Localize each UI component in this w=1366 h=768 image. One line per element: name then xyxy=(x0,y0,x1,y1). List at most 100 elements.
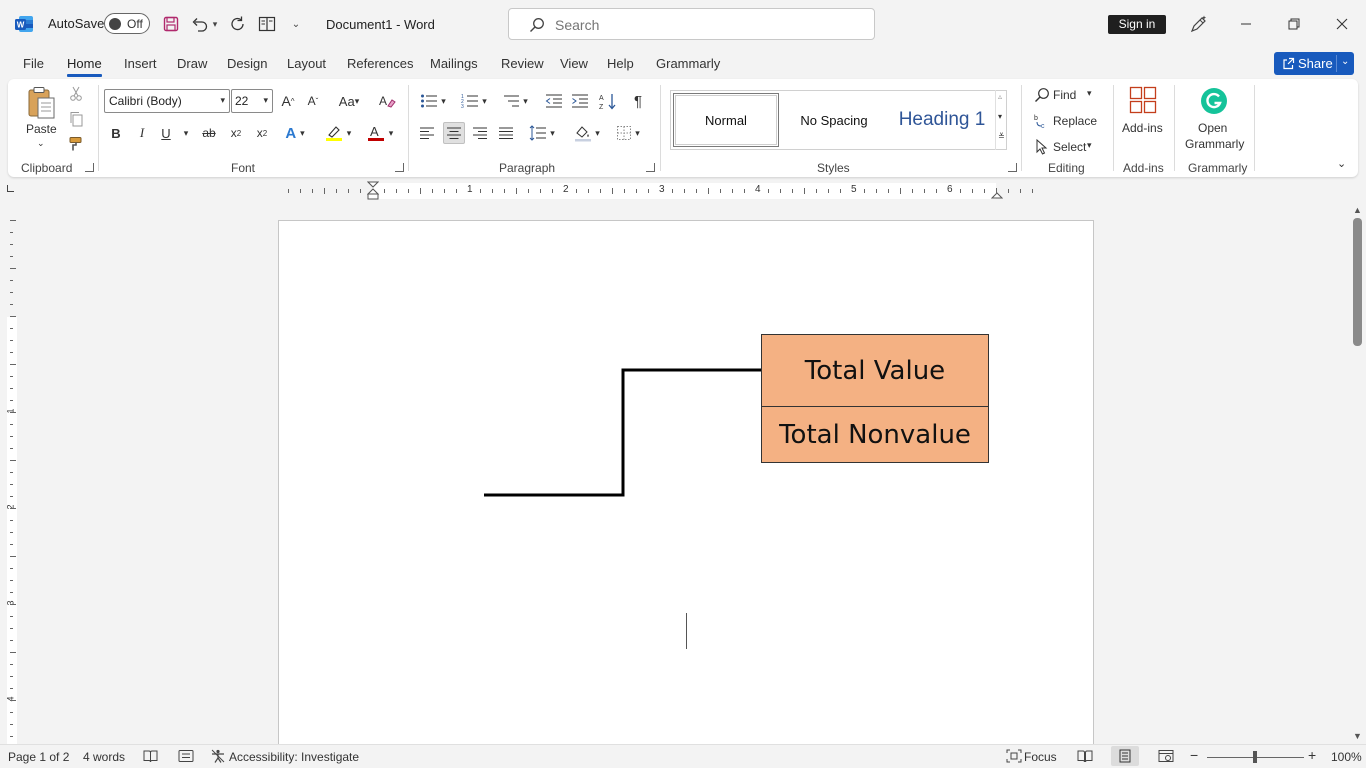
tab-grammarly[interactable]: Grammarly xyxy=(656,56,720,71)
search-input[interactable] xyxy=(555,15,855,35)
tab-design[interactable]: Design xyxy=(227,56,267,71)
indent-marker-icon[interactable] xyxy=(366,181,380,204)
paste-icon[interactable] xyxy=(24,85,58,121)
tab-selector-icon[interactable] xyxy=(7,185,14,192)
document-canvas[interactable]: Total Value Total Nonvalue xyxy=(24,202,1350,744)
read-mode-icon[interactable] xyxy=(1077,749,1093,766)
grammarly-icon[interactable] xyxy=(1199,86,1229,116)
replace-icon[interactable]: bc xyxy=(1033,112,1051,130)
share-button[interactable]: Share ⌄ xyxy=(1274,52,1354,75)
tab-insert[interactable]: Insert xyxy=(124,56,157,71)
cut-icon[interactable] xyxy=(66,84,86,104)
sign-in-button[interactable]: Sign in xyxy=(1108,15,1166,34)
text-effects-icon[interactable]: A ▾ xyxy=(280,123,310,143)
tab-help[interactable]: Help xyxy=(607,56,634,71)
total-value-box[interactable]: Total Value xyxy=(761,334,989,407)
zoom-out-icon[interactable]: − xyxy=(1190,747,1198,763)
tab-home[interactable]: Home xyxy=(67,56,102,77)
grow-font-icon[interactable]: A ^ xyxy=(278,91,298,111)
autosave-toggle[interactable]: Off xyxy=(104,13,150,34)
tab-references[interactable]: References xyxy=(347,56,413,71)
subscript-icon[interactable]: x2 xyxy=(227,123,245,143)
justify-icon[interactable] xyxy=(496,123,516,143)
add-ins-icon[interactable] xyxy=(1128,85,1158,115)
italic-icon[interactable]: I xyxy=(134,123,150,143)
customize-toolbar-icon[interactable]: ⌄ xyxy=(285,13,307,35)
styles-launcher-icon[interactable] xyxy=(1008,163,1017,172)
share-dropdown-icon[interactable]: ⌄ xyxy=(1341,56,1349,67)
multilevel-list-icon[interactable]: ▾ xyxy=(499,91,531,111)
scroll-down-icon[interactable]: ▼ xyxy=(1353,731,1362,741)
style-heading-1[interactable]: Heading 1 xyxy=(889,93,995,147)
clear-formatting-icon[interactable]: A xyxy=(377,91,397,111)
increase-indent-icon[interactable] xyxy=(570,91,590,111)
font-launcher-icon[interactable] xyxy=(395,163,404,172)
document-page[interactable]: Total Value Total Nonvalue xyxy=(278,220,1094,744)
accessibility-status[interactable]: Accessibility: Investigate xyxy=(229,750,359,764)
tab-view[interactable]: View xyxy=(560,56,588,71)
proofing-book-icon[interactable] xyxy=(143,749,158,766)
find-icon[interactable] xyxy=(1033,86,1051,104)
zoom-in-icon[interactable]: + xyxy=(1308,747,1316,763)
select-label[interactable]: Select xyxy=(1053,140,1086,154)
line-spacing-icon[interactable]: ▾ xyxy=(525,123,559,143)
font-color-icon[interactable]: A ▾ xyxy=(364,123,396,143)
collapse-ribbon-icon[interactable]: ⌄ xyxy=(1337,157,1346,170)
tab-layout[interactable]: Layout xyxy=(287,56,326,71)
replace-label[interactable]: Replace xyxy=(1053,114,1097,128)
minimize-icon[interactable] xyxy=(1234,12,1258,36)
strikethrough-icon[interactable]: ab xyxy=(200,123,218,143)
find-label[interactable]: Find xyxy=(1053,88,1076,102)
tab-draw[interactable]: Draw xyxy=(177,56,207,71)
zoom-level[interactable]: 100% xyxy=(1331,750,1362,764)
select-dropdown-icon[interactable]: ▾ xyxy=(1087,140,1092,151)
grammarly-button-line2[interactable]: Grammarly xyxy=(1185,137,1244,151)
style-normal[interactable]: Normal xyxy=(673,93,779,147)
zoom-slider-thumb[interactable] xyxy=(1253,751,1257,763)
find-dropdown-icon[interactable]: ▾ xyxy=(1087,88,1092,99)
format-painter-icon[interactable] xyxy=(66,134,86,154)
font-size-select[interactable]: 22 ▾ xyxy=(231,89,273,113)
underline-dropdown-icon[interactable]: ▾ xyxy=(180,123,192,143)
print-layout-icon[interactable] xyxy=(1111,746,1139,766)
save-icon[interactable] xyxy=(160,13,182,35)
accessibility-icon[interactable] xyxy=(211,749,225,766)
focus-mode-icon[interactable] xyxy=(1006,749,1022,766)
redo-icon[interactable] xyxy=(227,13,249,35)
numbering-icon[interactable]: 1 2 3 ▾ xyxy=(458,91,490,111)
search-box[interactable] xyxy=(508,8,875,40)
track-changes-icon[interactable] xyxy=(178,749,194,766)
elbow-connector[interactable] xyxy=(279,221,1095,744)
total-nonvalue-box[interactable]: Total Nonvalue xyxy=(761,406,989,463)
styles-scroll-down-icon[interactable]: ▾ xyxy=(998,112,1002,121)
borders-icon[interactable]: ▾ xyxy=(611,123,645,143)
bold-icon[interactable]: B xyxy=(108,123,124,143)
bullets-icon[interactable]: ▾ xyxy=(417,91,449,111)
change-case-icon[interactable]: Aa ▾ xyxy=(333,91,365,111)
scroll-up-icon[interactable]: ▲ xyxy=(1353,205,1362,215)
styles-scroll-up-icon[interactable]: ▵ xyxy=(998,92,1002,101)
copy-icon[interactable] xyxy=(66,109,86,129)
vertical-scrollbar[interactable]: ▲ ▼ xyxy=(1350,202,1366,744)
align-center-icon[interactable] xyxy=(443,122,465,144)
align-left-icon[interactable] xyxy=(417,123,437,143)
font-name-select[interactable]: Calibri (Body) ▾ xyxy=(104,89,230,113)
focus-label[interactable]: Focus xyxy=(1024,750,1057,764)
layout-icon[interactable] xyxy=(256,13,278,35)
highlight-color-icon[interactable]: ▾ xyxy=(322,123,354,143)
designer-pen-icon[interactable] xyxy=(1187,12,1211,36)
tab-review[interactable]: Review xyxy=(501,56,544,71)
scrollbar-thumb[interactable] xyxy=(1353,218,1362,346)
decrease-indent-icon[interactable] xyxy=(544,91,564,111)
undo-dropdown-icon[interactable]: ▾ xyxy=(208,13,222,35)
tab-file[interactable]: File xyxy=(23,56,44,71)
right-indent-marker-icon[interactable] xyxy=(990,188,1004,202)
superscript-icon[interactable]: x2 xyxy=(253,123,271,143)
tab-mailings[interactable]: Mailings xyxy=(430,56,478,71)
paste-label[interactable]: Paste xyxy=(26,122,57,136)
page-info[interactable]: Page 1 of 2 xyxy=(8,750,69,764)
underline-icon[interactable]: U xyxy=(158,123,174,143)
shrink-font-icon[interactable]: Aˇ xyxy=(303,91,323,111)
align-right-icon[interactable] xyxy=(470,123,490,143)
styles-more-icon[interactable]: ≚ xyxy=(998,132,1005,141)
